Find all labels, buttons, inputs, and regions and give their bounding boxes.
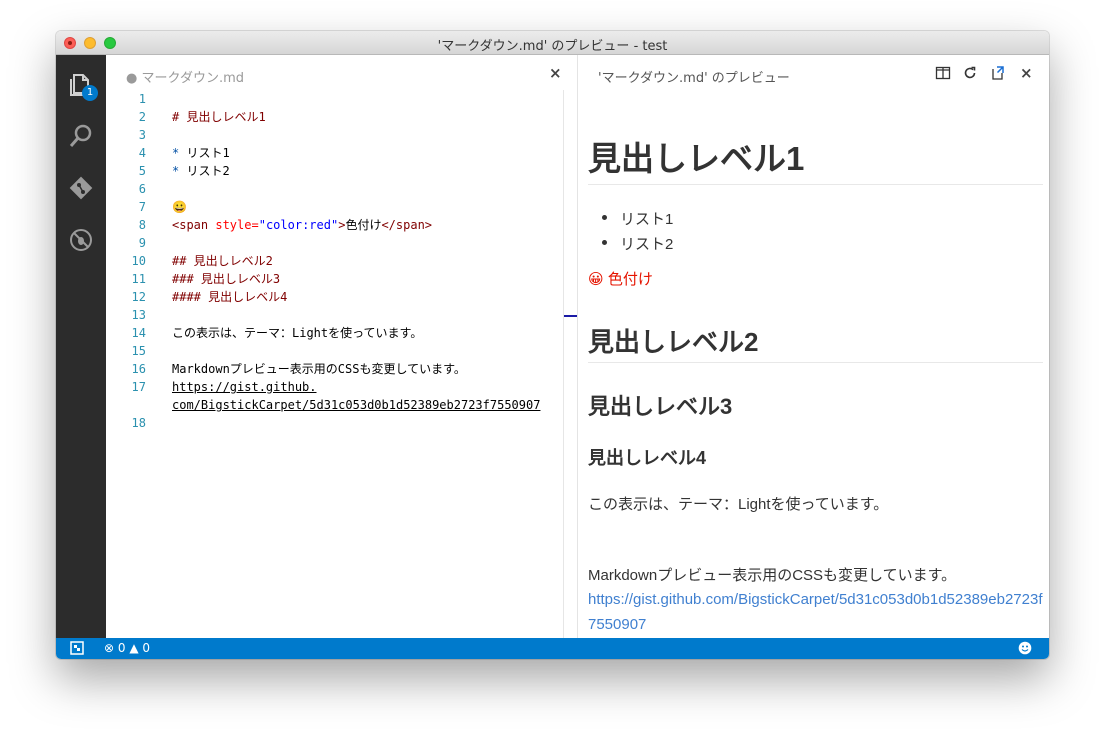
line-number: 9 (138, 236, 146, 250)
line-number: 18 (131, 416, 146, 430)
remote-icon[interactable] (70, 641, 84, 658)
h1-rule (588, 184, 1043, 185)
line-number: 4 (138, 146, 146, 160)
line-number: 7 (138, 200, 146, 214)
app-window: 'マークダウン.md' のプレビュー - test 1 ● マークダウン.md … (56, 31, 1049, 659)
editor-scrollbar[interactable] (563, 90, 564, 638)
colored-text-line: 😀 色付け (588, 268, 653, 289)
error-icon: ⊗ (104, 641, 115, 655)
line-number: 2 (138, 110, 146, 124)
debug-icon[interactable] (68, 227, 94, 253)
code-text[interactable]: * リスト1 (172, 144, 230, 162)
title-bar: 'マークダウン.md' のプレビュー - test (56, 31, 1049, 55)
code-line: 10 ## 見出しレベル2 (106, 252, 564, 270)
code-text[interactable]: 😀 (172, 198, 187, 216)
code-line: 13 (106, 306, 564, 324)
preview-h2: 見出しレベル2 (588, 327, 759, 357)
list-item: リスト2 (602, 233, 673, 254)
code-line: 3 (106, 126, 564, 144)
line-number: 12 (131, 290, 146, 304)
window-title: 'マークダウン.md' のプレビュー - test (437, 39, 668, 54)
line-number: 8 (138, 218, 146, 232)
line-number: 17 (131, 380, 146, 394)
line-number: 1 (138, 92, 146, 106)
explorer-badge: 1 (82, 85, 98, 101)
open-source-icon[interactable] (990, 65, 1006, 81)
editor-tab-label[interactable]: ● マークダウン.md (126, 67, 244, 86)
code-link[interactable]: https://gist.github. (172, 378, 317, 396)
preview-tab[interactable]: 'マークダウン.md' のプレビュー × (578, 55, 1049, 90)
colored-text: 色付け (607, 271, 653, 288)
h2-rule (588, 362, 1043, 363)
code-text[interactable]: ## 見出しレベル2 (172, 252, 273, 270)
code-line: 6 (106, 180, 564, 198)
error-count: 0 (117, 641, 126, 655)
code-line: 18 (106, 414, 564, 432)
line-number: 6 (138, 182, 146, 196)
editor-pane[interactable]: ● マークダウン.md × 1 2 # 見出しレベル1 3 4 * リスト1 5 * … (106, 55, 564, 638)
feedback-smiley-icon[interactable] (1018, 641, 1032, 658)
line-number: 5 (138, 164, 146, 178)
overview-ruler-marker (564, 315, 578, 317)
preview-paragraph: Markdownプレビュー表示用のCSSも変更しています。 (588, 567, 957, 584)
code-line: 16 Markdownプレビュー表示用のCSSも変更しています。 (106, 360, 564, 378)
split-editor-icon[interactable] (935, 65, 951, 81)
problems-indicator[interactable]: ⊗ 0 ▲ 0 (104, 641, 150, 655)
line-number: 11 (131, 272, 146, 286)
source-control-icon[interactable] (68, 175, 94, 201)
close-editor-tab-icon[interactable]: × (549, 64, 562, 82)
refresh-icon[interactable] (962, 65, 978, 81)
bullet-icon (602, 240, 607, 245)
code-line: 7 😀 (106, 198, 564, 216)
smile-emoji-icon: 😀 (588, 271, 604, 288)
code-text[interactable]: #### 見出しレベル4 (172, 288, 287, 306)
preview-pane[interactable]: 'マークダウン.md' のプレビュー × 見出しレベル1 リスト1 リスト2 😀… (577, 55, 1049, 638)
line-number: 16 (131, 362, 146, 376)
bullet-icon (602, 215, 607, 220)
code-link[interactable]: com/BigstickCarpet/5d31c053d0b1d52389eb2… (172, 396, 540, 414)
line-number: 10 (131, 254, 146, 268)
line-number: 14 (131, 326, 146, 340)
code-line: 8 <span style="color:red">色付け</span> (106, 216, 564, 234)
warning-count: 0 (142, 641, 151, 655)
code-text[interactable]: ### 見出しレベル3 (172, 270, 280, 288)
line-number: 3 (138, 128, 146, 142)
list-item: リスト1 (602, 208, 673, 229)
line-number: 15 (131, 344, 146, 358)
code-line-wrapped: com/BigstickCarpet/5d31c053d0b1d52389eb2… (106, 396, 564, 414)
code-line: 5 * リスト2 (106, 162, 564, 180)
preview-h1: 見出しレベル1 (588, 140, 805, 177)
search-icon[interactable] (68, 123, 94, 149)
code-line: 11 ### 見出しレベル3 (106, 270, 564, 288)
preview-h4: 見出しレベル4 (588, 448, 707, 468)
code-text[interactable]: この表示は、テーマ：Lightを使っています。 (172, 324, 422, 342)
preview-h3: 見出しレベル3 (588, 394, 733, 419)
activity-bar: 1 (56, 55, 106, 638)
close-preview-tab-icon[interactable]: × (1020, 64, 1033, 82)
code-line: 9 (106, 234, 564, 252)
preview-link[interactable]: https://gist.github.com/BigstickCarpet/5… (588, 587, 1043, 637)
code-line: 17 https://gist.github. (106, 378, 564, 396)
code-text[interactable]: # 見出しレベル1 (172, 108, 266, 126)
preview-paragraph: この表示は、テーマ：Lightを使っています。 (588, 496, 889, 513)
line-number: 13 (131, 308, 146, 322)
status-bar: ⊗ 0 ▲ 0 (56, 638, 1049, 659)
preview-tab-label[interactable]: 'マークダウン.md' のプレビュー (598, 67, 790, 86)
code-line: 1 (106, 90, 564, 108)
code-text[interactable]: <span style="color:red">色付け</span> (172, 216, 432, 234)
code-text[interactable]: * リスト2 (172, 162, 230, 180)
warning-icon: ▲ (129, 641, 139, 655)
code-line: 12 #### 見出しレベル4 (106, 288, 564, 306)
code-text[interactable]: Markdownプレビュー表示用のCSSも変更しています。 (172, 360, 466, 378)
code-line: 2 # 見出しレベル1 (106, 108, 564, 126)
code-line: 15 (106, 342, 564, 360)
code-line: 4 * リスト1 (106, 144, 564, 162)
code-line: 14 この表示は、テーマ：Lightを使っています。 (106, 324, 564, 342)
editor-tab[interactable]: ● マークダウン.md × (106, 55, 564, 90)
